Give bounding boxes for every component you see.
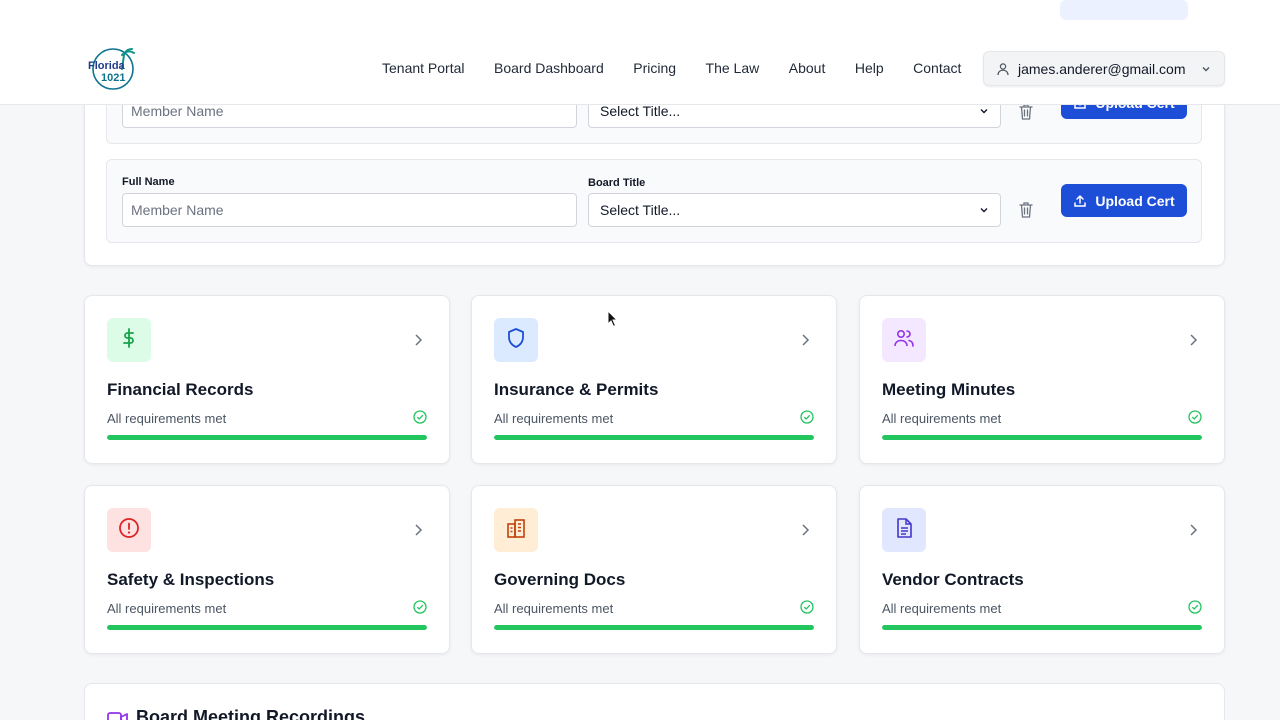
nav-about[interactable]: About — [789, 60, 826, 76]
category-icon-box — [882, 318, 926, 362]
user-menu-button[interactable]: james.anderer@gmail.com — [983, 51, 1225, 86]
nav-help[interactable]: Help — [855, 60, 884, 76]
top-header: Florida 1021 Tenant Portal Board Dashboa… — [0, 0, 1280, 105]
chevron-right-icon[interactable] — [413, 333, 423, 347]
mouse-cursor-icon — [607, 310, 619, 328]
upload-icon — [1074, 194, 1087, 207]
category-icon-box — [882, 508, 926, 552]
alert-circle-icon — [118, 517, 140, 544]
video-icon — [107, 712, 128, 720]
chevron-right-icon[interactable] — [1188, 523, 1198, 537]
users-icon — [893, 327, 915, 354]
category-status: All requirements met — [494, 411, 614, 426]
check-circle-icon — [413, 410, 427, 424]
trash-icon[interactable] — [1018, 103, 1034, 121]
category-icon-box — [107, 508, 151, 552]
full-name-placeholder: Member Name — [131, 103, 224, 119]
category-title: Governing Docs — [494, 570, 626, 589]
category-progress-fill — [494, 435, 814, 440]
check-circle-icon — [1188, 410, 1202, 424]
category-progress-bar — [107, 435, 427, 440]
category-icon-box — [107, 318, 151, 362]
category-progress-bar — [494, 435, 814, 440]
category-title: Insurance & Permits — [494, 380, 659, 399]
chevron-down-icon — [980, 109, 988, 114]
check-circle-icon — [1188, 600, 1202, 614]
category-status: All requirements met — [494, 601, 614, 616]
shield-icon — [505, 327, 527, 354]
category-title: Vendor Contracts — [882, 570, 1024, 589]
full-name-label: Full Name — [122, 176, 175, 188]
check-circle-icon — [800, 410, 814, 424]
full-name-input[interactable]: Member Name — [122, 193, 577, 227]
user-icon — [997, 62, 1009, 75]
category-card-financial-records[interactable]: Financial Records All requirements met — [84, 295, 450, 464]
category-title: Financial Records — [107, 380, 254, 399]
category-card-vendor-contracts[interactable]: Vendor Contracts All requirements met — [859, 485, 1225, 654]
board-title-select[interactable]: Select Title... — [588, 193, 1001, 227]
category-progress-fill — [107, 625, 427, 630]
dollar-icon — [118, 327, 140, 354]
nav-tenant-portal[interactable]: Tenant Portal — [382, 60, 465, 76]
category-progress-fill — [494, 625, 814, 630]
category-status: All requirements met — [882, 411, 1002, 426]
category-icon-box — [494, 318, 538, 362]
category-card-meeting-minutes[interactable]: Meeting Minutes All requirements met — [859, 295, 1225, 464]
user-email: james.anderer@gmail.com — [1018, 60, 1186, 77]
category-card-safety-and-inspections[interactable]: Safety & Inspections All requirements me… — [84, 485, 450, 654]
category-progress-fill — [882, 625, 1202, 630]
main-nav: Tenant Portal Board Dashboard Pricing Th… — [382, 60, 991, 76]
chevron-down-icon — [980, 208, 988, 213]
category-progress-bar — [882, 435, 1202, 440]
svg-text:Florida: Florida — [88, 60, 126, 72]
category-progress-bar — [107, 625, 427, 630]
category-progress-bar — [494, 625, 814, 630]
board-title-label: Board Title — [588, 177, 646, 189]
trash-icon[interactable] — [1018, 201, 1034, 219]
document-icon — [893, 517, 915, 544]
building-icon — [505, 517, 527, 544]
nav-board-dashboard[interactable]: Board Dashboard — [494, 60, 604, 76]
category-progress-fill — [107, 435, 427, 440]
chevron-right-icon[interactable] — [800, 523, 810, 537]
board-meeting-recordings-title: Board Meeting Recordings — [136, 707, 366, 720]
full-name-placeholder: Member Name — [131, 202, 224, 218]
category-card-insurance-and-permits[interactable]: Insurance & Permits All requirements met — [471, 295, 837, 464]
nav-pricing[interactable]: Pricing — [633, 60, 676, 76]
nav-the-law[interactable]: The Law — [706, 60, 760, 76]
category-progress-fill — [882, 435, 1202, 440]
category-status: All requirements met — [882, 601, 1002, 616]
header-fade-block — [1060, 0, 1188, 20]
svg-text:1021: 1021 — [101, 72, 125, 84]
category-progress-bar — [882, 625, 1202, 630]
chevron-right-icon[interactable] — [800, 333, 810, 347]
check-circle-icon — [800, 600, 814, 614]
upload-cert-label: Upload Cert — [1095, 192, 1175, 209]
board-title-value: Select Title... — [600, 202, 681, 218]
category-status: All requirements met — [107, 411, 227, 426]
category-card-governing-docs[interactable]: Governing Docs All requirements met — [471, 485, 837, 654]
category-title: Meeting Minutes — [882, 380, 1016, 399]
category-title: Safety & Inspections — [107, 570, 275, 589]
chevron-right-icon[interactable] — [413, 523, 423, 537]
florida-1021-logo[interactable]: Florida 1021 — [86, 45, 140, 91]
chevron-right-icon[interactable] — [1188, 333, 1198, 347]
nav-contact[interactable]: Contact — [913, 60, 961, 76]
chevron-down-icon — [1202, 66, 1210, 71]
upload-cert-button[interactable]: Upload Cert — [1061, 184, 1187, 217]
check-circle-icon — [413, 600, 427, 614]
category-status: All requirements met — [107, 601, 227, 616]
category-icon-box — [494, 508, 538, 552]
board-title-value: Select Title... — [600, 103, 681, 119]
